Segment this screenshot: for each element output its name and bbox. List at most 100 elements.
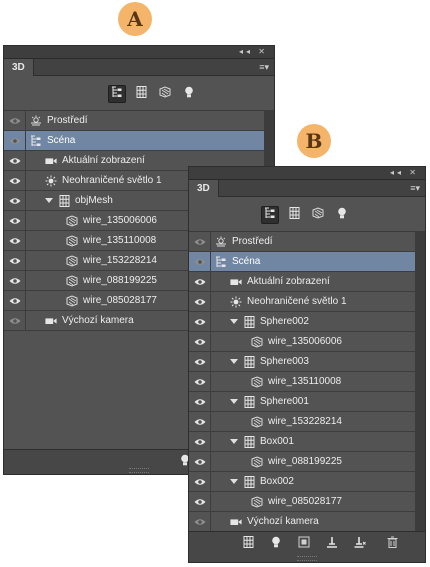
visibility-eye-icon[interactable] (189, 452, 211, 471)
visibility-eye-icon[interactable] (4, 311, 26, 330)
panel-menu-icon[interactable]: ≡▾ (410, 182, 420, 194)
expand-triangle-icon[interactable] (45, 198, 53, 203)
visibility-eye-icon[interactable] (189, 332, 211, 351)
visibility-eye-icon[interactable] (189, 312, 211, 331)
expand-triangle-icon[interactable] (230, 359, 238, 364)
visibility-eye-icon[interactable] (189, 252, 211, 271)
visibility-eye-icon[interactable] (189, 352, 211, 371)
layer-row[interactable]: Prostředí (4, 111, 264, 131)
trash-button[interactable] (385, 535, 399, 553)
visibility-eye-icon[interactable] (4, 251, 26, 270)
panel-menu-icon[interactable]: ≡▾ (259, 61, 269, 73)
visibility-eye-icon[interactable] (4, 231, 26, 250)
trash-icon (387, 535, 398, 553)
visibility-eye-icon[interactable] (4, 151, 26, 170)
layer-row[interactable]: Box002 (189, 472, 415, 492)
layer-row[interactable]: Sphere003 (189, 352, 415, 372)
visibility-eye-icon[interactable] (189, 432, 211, 451)
material-icon (251, 416, 263, 428)
scene-filter-icon (111, 85, 123, 103)
layer-row[interactable]: wire_153228214 (189, 412, 415, 432)
layer-label: Neohraničené světlo 1 (247, 296, 347, 307)
scene-filter-button[interactable] (261, 206, 279, 224)
layer-row[interactable]: wire_135110008 (189, 372, 415, 392)
layer-row[interactable]: Prostředí (189, 232, 415, 252)
add-light-button[interactable] (269, 536, 283, 551)
material-filter-button[interactable] (156, 85, 174, 103)
filter-toolbar (189, 199, 425, 231)
layer-label: Sphere003 (260, 356, 309, 367)
scene-filter-button[interactable] (108, 85, 126, 103)
add-mesh-button[interactable] (241, 536, 255, 551)
light-filter-button[interactable] (180, 85, 198, 103)
expand-triangle-icon[interactable] (230, 399, 238, 404)
panel-controls[interactable]: ◂◂ ✕ (239, 46, 268, 58)
panel-controls[interactable]: ◂◂ ✕ (390, 167, 419, 179)
resize-grip[interactable] (129, 468, 149, 473)
mesh-filter-button[interactable] (285, 206, 303, 224)
close-icon[interactable]: ✕ (409, 168, 419, 177)
mesh-icon (243, 356, 255, 368)
visibility-eye-icon[interactable] (4, 111, 26, 130)
expand-triangle-icon[interactable] (230, 479, 238, 484)
camera-icon (230, 276, 242, 288)
layer-row[interactable]: Box001 (189, 432, 415, 452)
scrollbar[interactable] (415, 231, 425, 531)
collapse-icon[interactable]: ◂◂ (239, 47, 253, 56)
visibility-eye-icon[interactable] (189, 232, 211, 251)
visibility-eye-icon[interactable] (189, 412, 211, 431)
render-icon (298, 535, 310, 553)
visibility-eye-icon[interactable] (4, 191, 26, 210)
mesh-icon (243, 316, 255, 328)
scene-filter-icon (264, 206, 276, 224)
layer-label: Sphere001 (260, 396, 309, 407)
expand-triangle-icon[interactable] (230, 439, 238, 444)
visibility-eye-icon[interactable] (4, 291, 26, 310)
layer-row[interactable]: Sphere001 (189, 392, 415, 412)
material-icon (66, 295, 78, 307)
layer-row[interactable]: Scéna (189, 252, 415, 272)
visibility-eye-icon[interactable] (189, 292, 211, 311)
material-filter-icon (312, 206, 324, 224)
visibility-eye-icon[interactable] (4, 171, 26, 190)
layer-row[interactable]: wire_088199225 (189, 452, 415, 472)
ground-button[interactable] (325, 537, 339, 551)
material-icon (66, 275, 78, 287)
ground-icon (326, 535, 338, 553)
layer-row[interactable]: wire_135006006 (189, 332, 415, 352)
material-icon (251, 376, 263, 388)
render-button[interactable] (297, 535, 311, 553)
mesh-filter-button[interactable] (132, 85, 150, 103)
visibility-eye-icon[interactable] (4, 131, 26, 150)
visibility-eye-icon[interactable] (189, 272, 211, 291)
collapse-icon[interactable]: ◂◂ (390, 168, 404, 177)
layer-label: Výchozí kamera (247, 516, 319, 527)
layer-row[interactable]: wire_085028177 (189, 492, 415, 512)
layer-row[interactable]: Výchozí kamera (189, 512, 415, 532)
layer-row[interactable]: Aktuální zobrazení (189, 272, 415, 292)
layer-row[interactable]: Neohraničené světlo 1 (189, 292, 415, 312)
layer-row[interactable]: Scéna (4, 131, 264, 151)
panel-titlebar: ◂◂ ✕ (4, 46, 274, 59)
mesh-filter-icon (136, 85, 147, 103)
delete-light-button[interactable] (353, 537, 367, 551)
light-filter-button[interactable] (333, 206, 351, 224)
resize-grip[interactable] (297, 556, 317, 561)
layer-label: Prostředí (232, 236, 273, 247)
visibility-eye-icon[interactable] (4, 271, 26, 290)
visibility-eye-icon[interactable] (189, 492, 211, 511)
visibility-eye-icon[interactable] (189, 392, 211, 411)
filter-toolbar (4, 78, 274, 110)
visibility-eye-icon[interactable] (189, 472, 211, 491)
visibility-eye-icon[interactable] (189, 372, 211, 391)
tab-3d[interactable]: 3D (4, 59, 34, 76)
visibility-eye-icon[interactable] (4, 211, 26, 230)
layer-label: wire_135006006 (83, 215, 157, 226)
visibility-eye-icon[interactable] (189, 512, 211, 531)
layer-label: wire_135110008 (83, 235, 157, 246)
close-icon[interactable]: ✕ (258, 47, 268, 56)
material-filter-button[interactable] (309, 206, 327, 224)
tab-3d[interactable]: 3D (189, 180, 219, 197)
layer-row[interactable]: Sphere002 (189, 312, 415, 332)
expand-triangle-icon[interactable] (230, 319, 238, 324)
